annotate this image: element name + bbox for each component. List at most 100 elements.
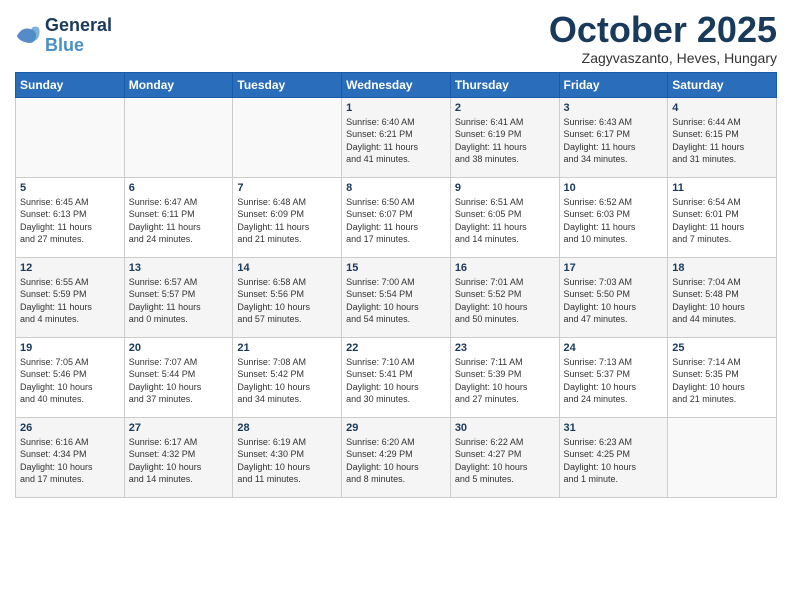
calendar-cell: 7 Sunrise: 6:48 AM Sunset: 6:09 PM Daylig… <box>233 177 342 257</box>
day-number: 17 <box>564 262 664 274</box>
day-number: 8 <box>346 182 446 194</box>
day-number: 7 <box>237 182 337 194</box>
day-info: Sunrise: 7:05 AM Sunset: 5:46 PM Dayligh… <box>20 356 120 406</box>
calendar-cell: 3Sunrise: 6:43 AM Sunset: 6:17 PM Daylig… <box>559 97 668 177</box>
calendar-cell <box>668 417 777 497</box>
day-number: 16 <box>455 262 555 274</box>
calendar-cell: 22 Sunrise: 7:10 AM Sunset: 5:41 PM Dayli… <box>342 337 451 417</box>
day-header-tuesday: Tuesday <box>233 72 342 97</box>
day-info: Sunrise: 6:51 AM Sunset: 6:05 PM Dayligh… <box>455 196 555 246</box>
week-row-5: 26Sunrise: 6:16 AM Sunset: 4:34 PM Dayli… <box>16 417 777 497</box>
calendar-cell: 18Sunrise: 7:04 AM Sunset: 5:48 PM Dayli… <box>668 257 777 337</box>
calendar-cell: 20Sunrise: 7:07 AM Sunset: 5:44 PM Dayli… <box>124 337 233 417</box>
day-number: 10 <box>564 182 664 194</box>
day-info: Sunrise: 7:14 AM Sunset: 5:35 PM Dayligh… <box>672 356 772 406</box>
day-info: Sunrise: 7:10 AM Sunset: 5:41 PM Dayligh… <box>346 356 446 406</box>
day-number: 4 <box>672 102 772 114</box>
calendar-cell: 5 Sunrise: 6:45 AM Sunset: 6:13 PM Daylig… <box>16 177 125 257</box>
day-number: 9 <box>455 182 555 194</box>
header: General Blue October 2025 Zagyvaszanto, … <box>15 10 777 66</box>
day-info: Sunrise: 6:20 AM Sunset: 4:29 PM Dayligh… <box>346 436 446 486</box>
calendar-cell: 2 Sunrise: 6:41 AM Sunset: 6:19 PM Daylig… <box>450 97 559 177</box>
day-number: 13 <box>129 262 229 274</box>
day-info: Sunrise: 7:04 AM Sunset: 5:48 PM Dayligh… <box>672 276 772 326</box>
day-number: 27 <box>129 422 229 434</box>
calendar-cell: 9 Sunrise: 6:51 AM Sunset: 6:05 PM Daylig… <box>450 177 559 257</box>
day-info: Sunrise: 6:22 AM Sunset: 4:27 PM Dayligh… <box>455 436 555 486</box>
day-info: Sunrise: 6:17 AM Sunset: 4:32 PM Dayligh… <box>129 436 229 486</box>
day-number: 24 <box>564 342 664 354</box>
day-info: Sunrise: 7:13 AM Sunset: 5:37 PM Dayligh… <box>564 356 664 406</box>
day-info: Sunrise: 6:48 AM Sunset: 6:09 PM Dayligh… <box>237 196 337 246</box>
day-number: 29 <box>346 422 446 434</box>
calendar-cell <box>233 97 342 177</box>
day-info: Sunrise: 7:01 AM Sunset: 5:52 PM Dayligh… <box>455 276 555 326</box>
day-info: Sunrise: 6:44 AM Sunset: 6:15 PM Dayligh… <box>672 116 772 166</box>
day-number: 12 <box>20 262 120 274</box>
day-header-monday: Monday <box>124 72 233 97</box>
day-number: 22 <box>346 342 446 354</box>
calendar-cell: 31Sunrise: 6:23 AM Sunset: 4:25 PM Dayli… <box>559 417 668 497</box>
calendar-cell: 28 Sunrise: 6:19 AM Sunset: 4:30 PM Dayli… <box>233 417 342 497</box>
calendar-cell: 10Sunrise: 6:52 AM Sunset: 6:03 PM Dayli… <box>559 177 668 257</box>
day-info: Sunrise: 7:03 AM Sunset: 5:50 PM Dayligh… <box>564 276 664 326</box>
day-header-friday: Friday <box>559 72 668 97</box>
day-info: Sunrise: 6:58 AM Sunset: 5:56 PM Dayligh… <box>237 276 337 326</box>
day-number: 2 <box>455 102 555 114</box>
day-number: 1 <box>346 102 446 114</box>
location: Zagyvaszanto, Heves, Hungary <box>549 50 777 66</box>
day-number: 25 <box>672 342 772 354</box>
day-info: Sunrise: 6:50 AM Sunset: 6:07 PM Dayligh… <box>346 196 446 246</box>
calendar-cell: 23 Sunrise: 7:11 AM Sunset: 5:39 PM Dayli… <box>450 337 559 417</box>
calendar-cell: 16 Sunrise: 7:01 AM Sunset: 5:52 PM Dayli… <box>450 257 559 337</box>
day-info: Sunrise: 7:08 AM Sunset: 5:42 PM Dayligh… <box>237 356 337 406</box>
calendar-cell: 13 Sunrise: 6:57 AM Sunset: 5:57 PM Dayli… <box>124 257 233 337</box>
day-info: Sunrise: 6:54 AM Sunset: 6:01 PM Dayligh… <box>672 196 772 246</box>
day-info: Sunrise: 6:45 AM Sunset: 6:13 PM Dayligh… <box>20 196 120 246</box>
calendar-cell: 12 Sunrise: 6:55 AM Sunset: 5:59 PM Dayli… <box>16 257 125 337</box>
day-number: 28 <box>237 422 337 434</box>
calendar-cell: 6Sunrise: 6:47 AM Sunset: 6:11 PM Daylig… <box>124 177 233 257</box>
day-info: Sunrise: 6:16 AM Sunset: 4:34 PM Dayligh… <box>20 436 120 486</box>
day-header-thursday: Thursday <box>450 72 559 97</box>
calendar-cell: 19Sunrise: 7:05 AM Sunset: 5:46 PM Dayli… <box>16 337 125 417</box>
calendar-cell: 21 Sunrise: 7:08 AM Sunset: 5:42 PM Dayli… <box>233 337 342 417</box>
day-info: Sunrise: 6:41 AM Sunset: 6:19 PM Dayligh… <box>455 116 555 166</box>
calendar-cell: 26Sunrise: 6:16 AM Sunset: 4:34 PM Dayli… <box>16 417 125 497</box>
day-number: 20 <box>129 342 229 354</box>
calendar-cell: 11 Sunrise: 6:54 AM Sunset: 6:01 PM Dayli… <box>668 177 777 257</box>
calendar-cell: 14 Sunrise: 6:58 AM Sunset: 5:56 PM Dayli… <box>233 257 342 337</box>
day-number: 14 <box>237 262 337 274</box>
logo-line1: General <box>45 16 112 36</box>
day-info: Sunrise: 6:43 AM Sunset: 6:17 PM Dayligh… <box>564 116 664 166</box>
day-info: Sunrise: 6:55 AM Sunset: 5:59 PM Dayligh… <box>20 276 120 326</box>
calendar-cell <box>124 97 233 177</box>
day-number: 11 <box>672 182 772 194</box>
week-row-3: 12 Sunrise: 6:55 AM Sunset: 5:59 PM Dayli… <box>16 257 777 337</box>
day-info: Sunrise: 7:11 AM Sunset: 5:39 PM Dayligh… <box>455 356 555 406</box>
day-number: 21 <box>237 342 337 354</box>
day-number: 5 <box>20 182 120 194</box>
day-number: 15 <box>346 262 446 274</box>
day-info: Sunrise: 6:57 AM Sunset: 5:57 PM Dayligh… <box>129 276 229 326</box>
calendar-cell: 27 Sunrise: 6:17 AM Sunset: 4:32 PM Dayli… <box>124 417 233 497</box>
calendar-cell: 29 Sunrise: 6:20 AM Sunset: 4:29 PM Dayli… <box>342 417 451 497</box>
calendar-cell: 15Sunrise: 7:00 AM Sunset: 5:54 PM Dayli… <box>342 257 451 337</box>
calendar-cell <box>16 97 125 177</box>
day-header-saturday: Saturday <box>668 72 777 97</box>
logo: General Blue <box>15 16 112 56</box>
day-header-sunday: Sunday <box>16 72 125 97</box>
day-info: Sunrise: 6:47 AM Sunset: 6:11 PM Dayligh… <box>129 196 229 246</box>
day-number: 30 <box>455 422 555 434</box>
logo-icon <box>15 22 43 50</box>
day-number: 31 <box>564 422 664 434</box>
header-row: SundayMondayTuesdayWednesdayThursdayFrid… <box>16 72 777 97</box>
day-info: Sunrise: 6:19 AM Sunset: 4:30 PM Dayligh… <box>237 436 337 486</box>
day-number: 23 <box>455 342 555 354</box>
calendar-page: General Blue October 2025 Zagyvaszanto, … <box>0 0 792 513</box>
week-row-4: 19Sunrise: 7:05 AM Sunset: 5:46 PM Dayli… <box>16 337 777 417</box>
calendar-cell: 30 Sunrise: 6:22 AM Sunset: 4:27 PM Dayli… <box>450 417 559 497</box>
calendar-table: SundayMondayTuesdayWednesdayThursdayFrid… <box>15 72 777 498</box>
logo-text: General Blue <box>45 16 112 56</box>
logo-line2: Blue <box>45 36 112 56</box>
